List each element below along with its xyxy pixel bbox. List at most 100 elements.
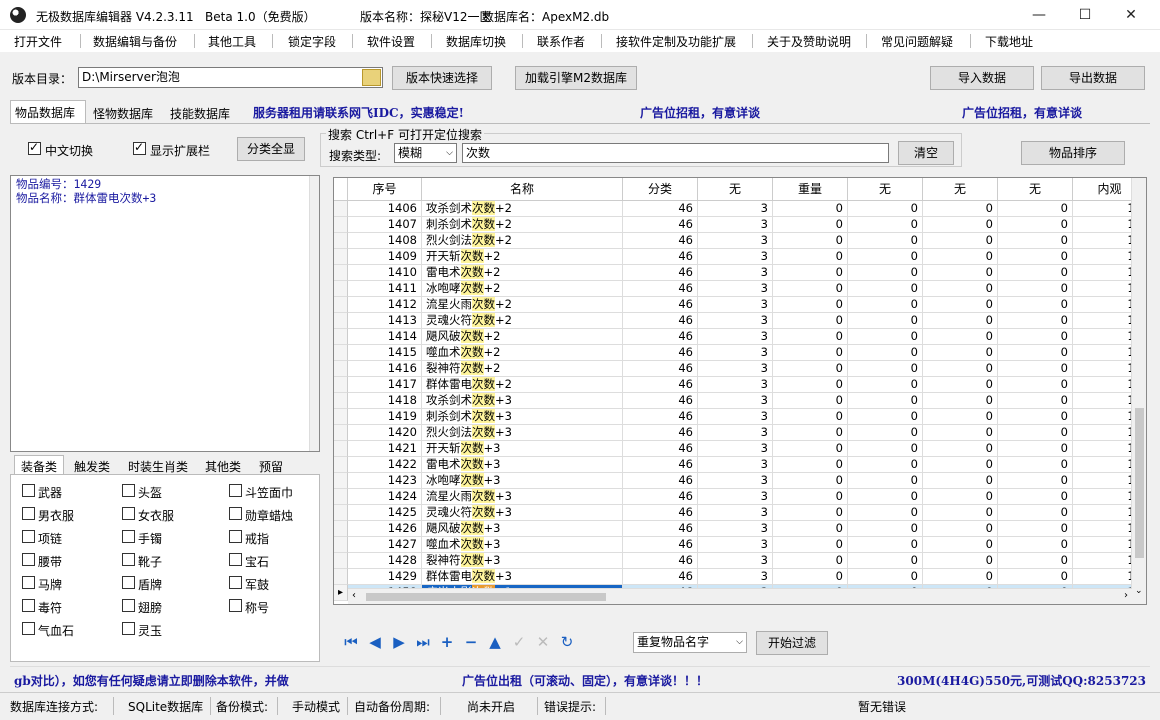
table-cell[interactable]: 0 [773,377,848,393]
category-checkbox[interactable] [229,553,242,566]
cell-name[interactable]: 灵魂火符次数+3 [422,505,623,521]
table-cell[interactable]: 46 [623,521,698,537]
table-cell[interactable]: 1428 [348,553,422,569]
table-cell[interactable]: 46 [623,489,698,505]
tab-equipment[interactable]: 装备类 [14,455,64,475]
table-cell[interactable]: 0 [998,409,1073,425]
insert-icon[interactable]: + [438,633,456,651]
table-cell[interactable]: 46 [623,553,698,569]
filter-type-select[interactable]: 重复物品名字 ⌵ [633,632,747,653]
search-input[interactable]: 次数 [462,143,889,163]
category-checkbox[interactable] [122,530,135,543]
table-cell[interactable]: 3 [698,249,773,265]
table-cell[interactable]: 46 [623,329,698,345]
scroll-left-icon[interactable]: ‹ [352,590,356,601]
table-cell[interactable]: 46 [623,297,698,313]
table-cell[interactable]: 0 [773,473,848,489]
column-header[interactable]: 分类 [623,178,698,201]
filter-button[interactable]: 开始过滤 [756,631,828,655]
table-cell[interactable]: 46 [623,425,698,441]
tab-monster-db[interactable]: 怪物数据库 [93,105,153,122]
category-checkbox[interactable] [22,530,35,543]
table-cell[interactable]: 0 [773,297,848,313]
menu-lock-fields[interactable]: 锁定字段 [288,33,336,50]
table-cell[interactable]: 3 [698,441,773,457]
row-indicator[interactable] [334,441,348,457]
table-cell[interactable]: 3 [698,345,773,361]
table-cell[interactable]: 0 [923,377,998,393]
menu-settings[interactable]: 软件设置 [367,33,415,50]
row-indicator[interactable] [334,345,348,361]
row-indicator[interactable] [334,425,348,441]
table-cell[interactable]: 0 [923,393,998,409]
table-cell[interactable]: 0 [998,441,1073,457]
category-checkbox[interactable] [122,507,135,520]
table-cell[interactable]: 0 [998,569,1073,585]
table-cell[interactable]: 0 [848,377,923,393]
table-cell[interactable]: 0 [998,521,1073,537]
table-cell[interactable]: 3 [698,297,773,313]
column-header[interactable]: 无 [998,178,1073,201]
table-cell[interactable]: 0 [998,281,1073,297]
table-cell[interactable]: 0 [923,473,998,489]
table-cell[interactable]: 0 [923,233,998,249]
row-indicator[interactable] [334,521,348,537]
table-cell[interactable]: 1424 [348,489,422,505]
table-cell[interactable]: 3 [698,473,773,489]
table-cell[interactable]: 0 [773,217,848,233]
table-cell[interactable]: 0 [998,249,1073,265]
table-cell[interactable]: 1420 [348,425,422,441]
load-engine-button[interactable]: 加载引擎M2数据库 [515,66,637,90]
table-cell[interactable]: 0 [773,393,848,409]
column-header[interactable]: 重量 [773,178,848,201]
table-cell[interactable]: 1415 [348,345,422,361]
cell-name[interactable]: 开天斩次数+2 [422,249,623,265]
row-indicator[interactable] [334,265,348,281]
table-cell[interactable]: 0 [923,457,998,473]
edit-icon[interactable]: ▲ [486,633,504,651]
category-checkbox[interactable] [229,530,242,543]
table-cell[interactable]: 0 [848,473,923,489]
quick-select-button[interactable]: 版本快速选择 [392,66,492,90]
table-cell[interactable]: 0 [998,537,1073,553]
cell-name[interactable]: 雷电术次数+2 [422,265,623,281]
table-cell[interactable]: 0 [998,265,1073,281]
refresh-icon[interactable]: ↻ [558,633,576,651]
table-cell[interactable]: 0 [998,217,1073,233]
table-cell[interactable]: 0 [773,457,848,473]
table-cell[interactable]: 0 [773,521,848,537]
row-indicator[interactable] [334,457,348,473]
row-indicator[interactable] [334,473,348,489]
table-cell[interactable]: 0 [848,521,923,537]
table-cell[interactable]: 1426 [348,521,422,537]
table-cell[interactable]: 0 [923,361,998,377]
scroll-down-icon[interactable]: ⌄ [1135,586,1143,596]
table-cell[interactable]: 0 [998,345,1073,361]
row-indicator[interactable] [334,377,348,393]
table-cell[interactable]: 0 [848,361,923,377]
category-checkbox[interactable] [22,507,35,520]
cell-name[interactable]: 飓风破次数+3 [422,521,623,537]
category-checkbox[interactable] [22,599,35,612]
first-icon[interactable]: ⏮ [342,633,360,651]
table-cell[interactable]: 0 [773,409,848,425]
table-cell[interactable]: 46 [623,377,698,393]
table-cell[interactable]: 1412 [348,297,422,313]
table-cell[interactable]: 0 [998,297,1073,313]
close-button[interactable]: ✕ [1108,0,1154,30]
table-cell[interactable]: 0 [923,281,998,297]
table-cell[interactable]: 0 [923,505,998,521]
grid-hscroll-thumb[interactable] [366,593,606,601]
cell-name[interactable]: 群体雷电次数+2 [422,377,623,393]
grid-vscrollbar[interactable]: ⌄ [1131,178,1146,604]
table-cell[interactable]: 0 [923,329,998,345]
cell-name[interactable]: 冰咆哮次数+3 [422,473,623,489]
cell-name[interactable]: 流星火雨次数+3 [422,489,623,505]
row-indicator[interactable] [334,329,348,345]
menu-other-tools[interactable]: 其他工具 [208,33,256,50]
table-cell[interactable]: 3 [698,217,773,233]
cancel-icon[interactable]: ✕ [534,633,552,651]
table-cell[interactable]: 3 [698,377,773,393]
row-indicator[interactable] [334,505,348,521]
menu-db-switch[interactable]: 数据库切换 [446,33,506,50]
